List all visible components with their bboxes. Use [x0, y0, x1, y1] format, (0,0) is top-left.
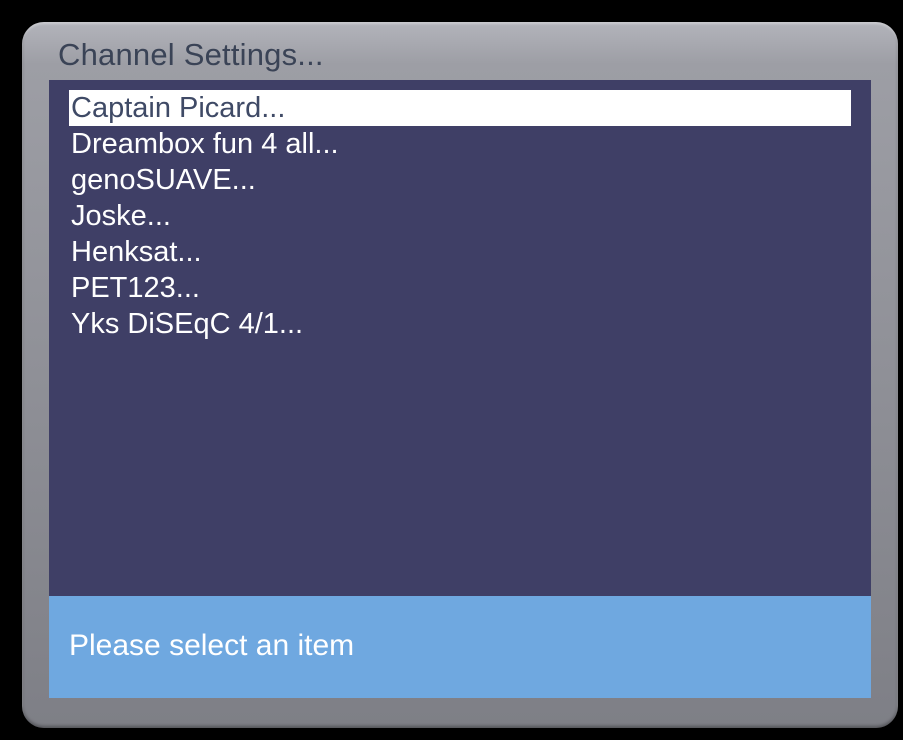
menu-panel: Captain Picard... Dreambox fun 4 all... …: [49, 80, 871, 698]
channel-settings-window: Channel Settings... Captain Picard... Dr…: [22, 22, 898, 728]
menu-item-pet123[interactable]: PET123...: [69, 270, 851, 306]
menu-item-henksat[interactable]: Henksat...: [69, 234, 851, 270]
status-bar: Please select an item: [49, 596, 871, 698]
menu-item-captain-picard[interactable]: Captain Picard...: [69, 90, 851, 126]
status-text: Please select an item: [69, 629, 355, 662]
menu-item-dreambox-fun-4-all[interactable]: Dreambox fun 4 all...: [69, 126, 851, 162]
menu-item-genosuave[interactable]: genoSUAVE...: [69, 162, 851, 198]
menu-item-joske[interactable]: Joske...: [69, 198, 851, 234]
window-title: Channel Settings...: [58, 37, 324, 72]
screen: Channel Settings... Captain Picard... Dr…: [0, 0, 903, 740]
menu-item-yks-diseqc[interactable]: Yks DiSEqC 4/1...: [69, 306, 851, 342]
menu-list: Captain Picard... Dreambox fun 4 all... …: [69, 90, 851, 342]
